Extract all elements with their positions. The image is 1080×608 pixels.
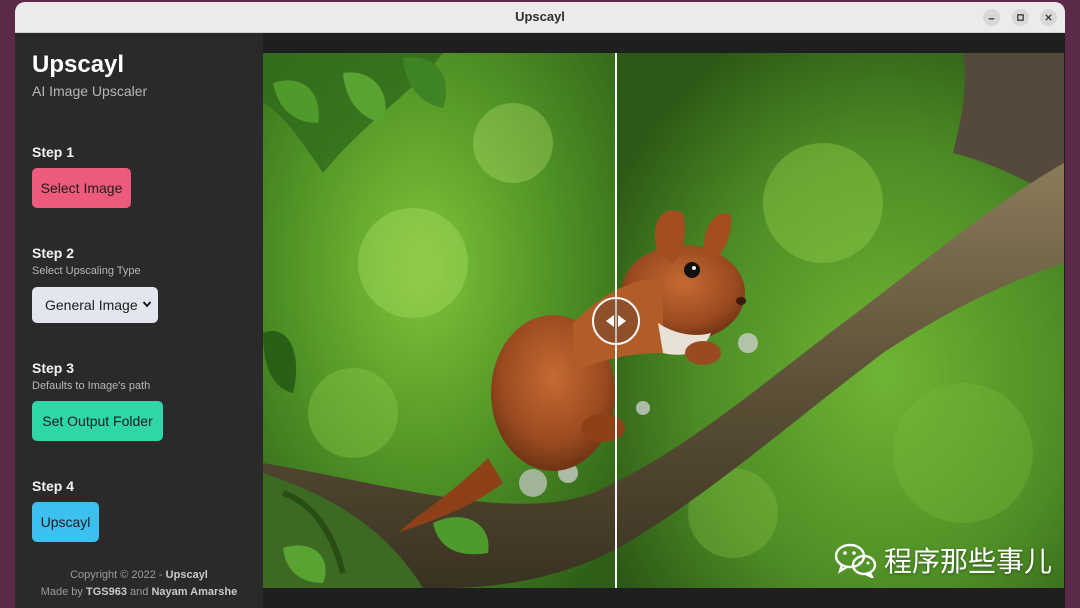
select-image-button[interactable]: Select Image <box>32 168 131 208</box>
author-link-1[interactable]: TGS963 <box>86 586 127 598</box>
app-subtitle: AI Image Upscaler <box>32 83 148 99</box>
footer-brand: Upscayl <box>165 569 208 581</box>
maximize-button[interactable] <box>1012 9 1029 26</box>
footer-copyright: Copyright © 2022 - Upscayl <box>15 569 263 581</box>
watermark: 程序那些事儿 <box>834 540 1052 580</box>
upscaling-type-value: General Image <box>45 297 138 313</box>
title-bar[interactable]: Upscayl <box>15 2 1065 33</box>
author-link-2[interactable]: Nayam Amarshe <box>151 586 237 598</box>
window-title: Upscayl <box>515 9 565 24</box>
chevron-down-icon <box>142 301 152 308</box>
step3-title: Step 3 <box>32 360 75 376</box>
sidebar: Upscayl AI Image Upscaler Step 1 Select … <box>15 33 263 608</box>
minimize-button[interactable] <box>983 9 1000 26</box>
and-text: and <box>130 586 149 598</box>
watermark-text: 程序那些事儿 <box>884 545 1053 578</box>
minimize-icon <box>988 18 995 20</box>
squirrel-photo <box>263 53 1064 588</box>
set-output-folder-button[interactable]: Set Output Folder <box>32 401 163 441</box>
upscayl-button[interactable]: Upscayl <box>32 502 99 542</box>
made-by-text: Made by <box>40 586 83 598</box>
step4-title: Step 4 <box>32 478 75 494</box>
step2-title: Step 2 <box>32 245 75 261</box>
maximize-icon <box>1017 14 1024 21</box>
step3-subtitle: Defaults to Image's path <box>32 380 151 392</box>
app-window: Upscayl Upscayl AI Image Upscaler Step 1… <box>15 2 1065 608</box>
step1-title: Step 1 <box>32 144 75 160</box>
footer-credits: Made by TGS963 and Nayam Amarshe <box>15 586 263 598</box>
step2-subtitle: Select Upscaling Type <box>32 265 141 277</box>
app-title: Upscayl <box>32 51 125 78</box>
close-button[interactable] <box>1040 9 1057 26</box>
compare-slider-handle[interactable] <box>592 297 640 345</box>
compare-slider-icon <box>606 315 626 327</box>
image-compare-viewer[interactable] <box>263 53 1064 588</box>
copyright-text: Copyright © 2022 - <box>70 569 163 581</box>
wechat-icon <box>834 543 877 578</box>
close-icon <box>1045 14 1052 21</box>
upscaling-type-select[interactable]: General Image <box>32 287 158 323</box>
